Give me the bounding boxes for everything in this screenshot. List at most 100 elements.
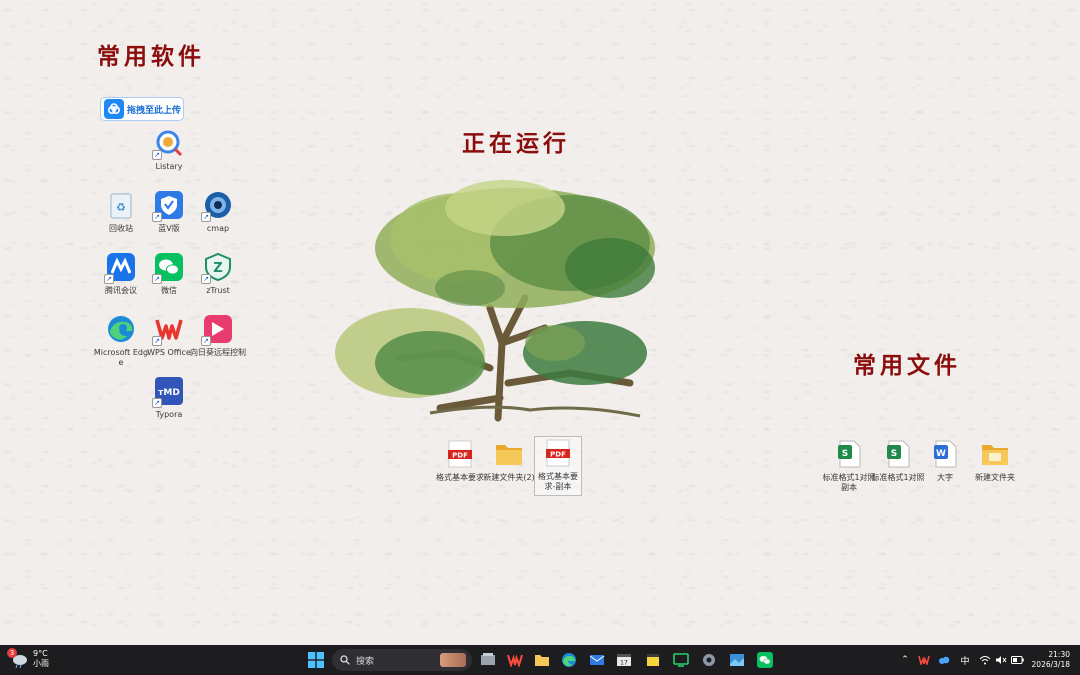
folder-icon [979,438,1011,470]
svg-text:ᴛMD: ᴛMD [158,388,180,398]
wechat-icon [757,652,773,668]
weather-badge: 3 [7,648,17,658]
recycle-bin-icon: ♻ [105,189,137,221]
taskbar-app-edge[interactable] [559,650,579,670]
listary-icon: ↗ [152,127,185,160]
svg-text:PDF: PDF [550,451,566,459]
wechat-icon: ↗ [152,251,185,284]
desktop-icon-wps-office[interactable]: ↗ WPS Office [142,313,196,358]
taskbar-clock[interactable]: 21:30 2026/3/18 [1030,650,1070,670]
desktop-icon-listary[interactable]: ↗ Listary [142,127,196,172]
desktop-file-word[interactable]: W 大字 [918,438,972,483]
desktop-icon-tencent-meeting[interactable]: ↗ 腾讯会议 [94,251,148,296]
file-manager-icon [481,653,495,665]
tray-overflow-chevron[interactable]: ⌃ [898,650,912,670]
upload-drop-button[interactable]: 拖拽至此上传 [100,97,184,121]
svg-text:S: S [891,449,897,459]
taskbar-app-calendar[interactable]: 17 [614,650,634,670]
edge-icon [562,653,576,667]
desktop-folder[interactable]: 新建文件夹(2) [482,438,536,483]
search-placeholder: 搜索 [356,656,375,667]
taskbar-app-sticky-notes[interactable] [643,650,663,670]
start-button[interactable] [306,650,326,670]
weather-temp: 9°C [33,649,48,658]
search-highlight-icon [440,653,466,667]
taskbar-app-file-explorer[interactable] [532,650,552,670]
word-file-icon: W [929,438,961,470]
volume-muted-icon [996,656,1007,664]
cloud-drive-icon [104,99,124,119]
desktop-icon-shield-app[interactable]: ↗ 蓝V版 [142,189,196,234]
tray-battery[interactable] [1010,650,1024,670]
tray-cloud[interactable] [937,650,951,670]
desktop-file-sheet-copy[interactable]: S 标准格式1对照副本 [822,438,876,493]
taskbar-app-wps[interactable] [505,650,525,670]
typora-icon: ᴛMD ↗ [152,375,185,408]
taskbar-app-mail[interactable] [587,650,607,670]
tray-volume[interactable] [994,650,1008,670]
sunflower-remote-icon: ↗ [201,313,234,346]
taskbar-app-chat[interactable] [671,650,691,670]
folder-icon [493,438,525,470]
heading-common-software: 常用软件 [97,43,205,70]
tray-wps[interactable] [917,650,931,670]
desktop-folder-new[interactable]: 新建文件夹 [968,438,1022,483]
svg-text:17: 17 [620,660,628,667]
wps-office-icon: ↗ [152,313,185,346]
file-explorer-icon [535,655,549,666]
upload-chip-label: 拖拽至此上传 [127,105,182,116]
chat-icon [673,653,689,667]
svg-text:PDF: PDF [452,452,468,460]
pdf-file-icon: PDF [542,437,574,469]
heading-common-files: 常用文件 [853,352,961,379]
desktop-file-pdf-selected[interactable]: PDF 格式基本要求-副本 [534,436,582,496]
weather-desc: 小雨 [33,659,49,668]
calendar-icon: 17 [617,654,631,667]
weather-widget[interactable]: 3 9°C 小雨 [7,648,49,669]
tray-wifi[interactable] [978,650,992,670]
desktop-icon-edge[interactable]: Microsoft Edge [94,313,148,368]
desktop-icon-cmap[interactable]: ↗ cmap [191,189,245,234]
edge-icon [105,313,137,345]
desktop-icon-ztrust[interactable]: Z ↗ zTrust [191,251,245,296]
svg-text:♻: ♻ [116,201,126,214]
wps-tray-icon [918,655,930,665]
windows-icon [308,652,324,668]
spreadsheet-file-icon: S [882,438,914,470]
spreadsheet-file-icon: S [833,438,865,470]
shield-app-icon: ↗ [152,189,185,222]
clock-time: 21:30 [1048,650,1070,659]
taskbar-app-file-manager[interactable] [478,650,498,670]
taskbar-search-box[interactable]: 搜索 [332,649,472,671]
sticky-notes-icon [647,654,659,666]
taskbar-app-settings[interactable] [699,650,719,670]
watercolor-tree-image [335,180,655,422]
taskbar-app-wechat[interactable] [755,650,775,670]
tray-ime[interactable]: 中 [957,650,973,670]
desktop-icon-sunflower-remote[interactable]: ↗ 向日葵远程控制 [190,313,246,358]
desktop-icon-typora[interactable]: ᴛMD ↗ Typora [142,375,196,420]
svg-text:W: W [936,449,946,459]
settings-icon [703,654,715,666]
pdf-file-icon: PDF [444,438,476,470]
svg-text:S: S [842,449,848,459]
battery-icon [1010,656,1024,664]
chevron-up-icon: ⌃ [901,655,909,665]
taskbar-app-photos[interactable] [727,650,747,670]
mail-icon [589,655,605,665]
weather-icon: 3 [7,648,28,669]
cloud-icon [939,656,950,664]
photos-icon [730,654,744,666]
tencent-meeting-icon: ↗ [104,251,137,284]
taskbar: 3 9°C 小雨 搜索 17 ⌃ 中 21:30 2026/3/18 [0,645,1080,675]
search-icon [340,655,350,665]
heading-running: 正在运行 [462,130,570,157]
wps-icon [507,654,523,667]
wifi-icon [979,656,991,665]
clock-date: 2026/3/18 [1031,660,1070,669]
desktop-icon-wechat[interactable]: ↗ 微信 [142,251,196,296]
desktop-icon-recycle-bin[interactable]: ♻ 回收站 [94,189,148,234]
svg-text:Z: Z [213,261,222,276]
cmap-icon: ↗ [201,189,234,222]
desktop-file-pdf[interactable]: PDF 格式基本要求 [433,438,487,483]
